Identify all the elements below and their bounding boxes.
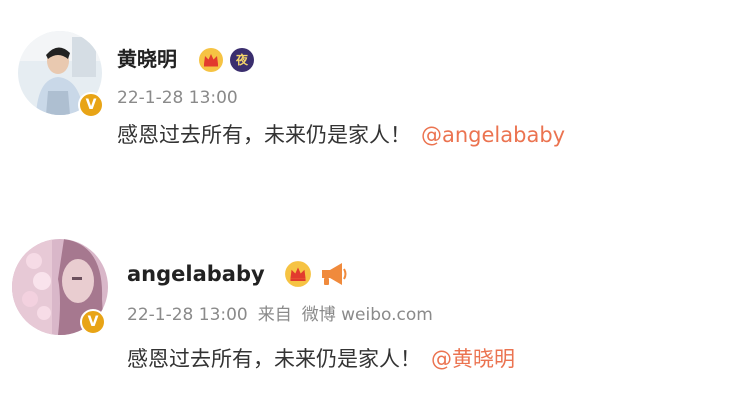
verified-badge-icon: V (78, 92, 104, 118)
crown-badge-icon[interactable] (284, 260, 312, 288)
night-badge-glyph: 夜 (235, 53, 248, 67)
mention-link[interactable]: @黄晓明 (431, 347, 515, 371)
megaphone-icon[interactable] (318, 260, 348, 288)
author-name[interactable]: 黄晓明 (117, 47, 177, 71)
mention-link[interactable]: @angelababy (421, 123, 565, 147)
post-text: 感恩过去所有，未来仍是家人！ (117, 123, 411, 147)
post-text-row: 感恩过去所有，未来仍是家人！ @黄晓明 (127, 346, 515, 372)
crown-badge-icon[interactable] (198, 47, 224, 73)
verified-badge-icon: V (80, 309, 106, 335)
night-badge-icon[interactable]: 夜 (230, 48, 254, 72)
post-timestamp[interactable]: 22-1-28 13:00 (117, 88, 238, 108)
post-text-row: 感恩过去所有，未来仍是家人！ @angelababy (117, 122, 565, 148)
post-timestamp[interactable]: 22-1-28 13:00 (127, 305, 248, 325)
post-source[interactable]: 微博 weibo.com (302, 305, 433, 325)
post-meta: 22-1-28 13:00 来自 微博 weibo.com (127, 305, 433, 325)
author-name[interactable]: angelababy (127, 262, 265, 286)
source-prefix: 来自 (257, 305, 292, 325)
post-text: 感恩过去所有，未来仍是家人！ (127, 347, 421, 371)
